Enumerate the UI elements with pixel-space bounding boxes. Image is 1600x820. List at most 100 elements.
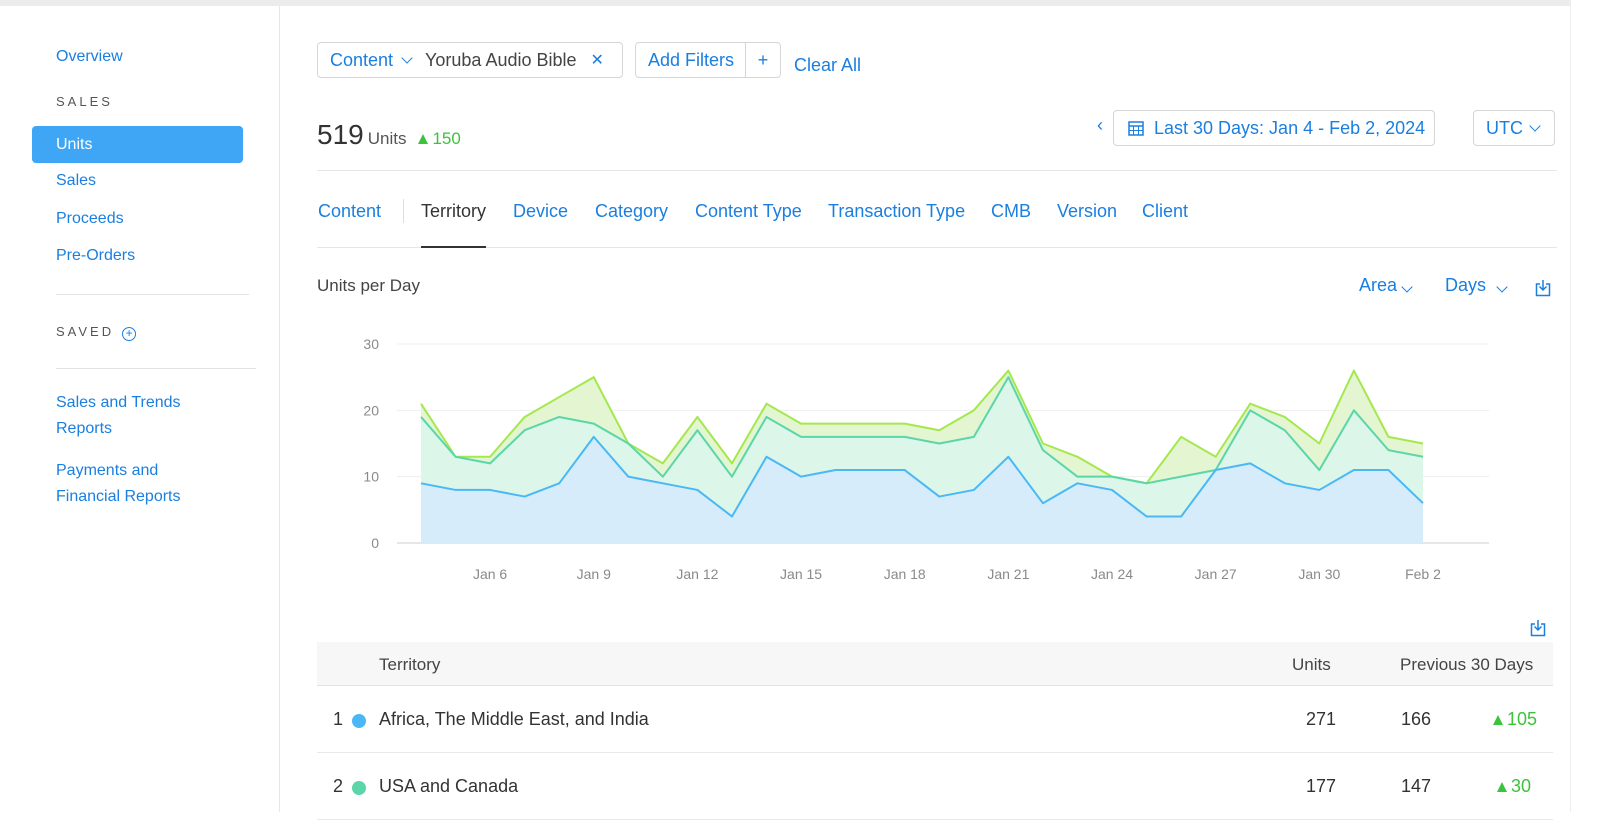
x-tick-label: Jan 24 [1091,566,1133,582]
sidebar-divider [56,294,249,295]
interval-label: Days [1445,275,1487,295]
x-tick-label: Jan 18 [884,566,926,582]
content-filter-value: Yoruba Audio Bible [425,49,577,70]
tab-content-type[interactable]: Content Type [695,201,802,222]
dimension-tabs: Content Territory Device Category Conten… [317,170,1557,248]
row-rank: 2 [333,776,344,796]
x-tick-label: Jan 9 [577,566,611,582]
tab-content[interactable]: Content [318,201,381,222]
calendar-icon [1128,121,1144,136]
units-delta: 150 [418,129,461,148]
x-tick-label: Jan 21 [987,566,1029,582]
chevron-down-icon[interactable] [401,52,413,64]
x-tick-label: Jan 12 [676,566,718,582]
y-tick-label: 0 [371,535,379,551]
units-per-day-chart: 0 10 20 30 Jan 6 Jan 9 Jan 12 Jan 15 Jan 18 Jan 2… [363,336,1489,582]
row-units: 271 [1306,709,1337,729]
chevron-down-icon [1401,281,1413,293]
sales-trends-reports-line1: Sales and Trends [56,394,181,411]
row-change: 30 [1497,776,1531,797]
x-tick-label: Jan 30 [1298,566,1340,582]
row-units: 177 [1306,776,1337,796]
sidebar-item-sales[interactable]: Sales [56,172,96,190]
date-range-label: Last 30 Days: Jan 4 - Feb 2, 2024 [1154,117,1426,138]
tab-transaction-type[interactable]: Transaction Type [828,201,965,222]
previous-period-chevron-icon[interactable]: ‹ [1097,115,1103,136]
timezone-select[interactable]: UTC [1473,110,1555,146]
tab-separator [403,199,404,223]
clear-all-link[interactable]: Clear All [794,55,861,76]
sidebar-item-proceeds[interactable]: Proceeds [56,210,124,228]
sales-heading: SALES [56,94,113,109]
chevron-down-icon [1529,120,1541,132]
row-previous: 166 [1401,709,1432,729]
y-tick-label: 30 [363,336,379,352]
download-chart-icon[interactable] [1535,279,1551,297]
payments-financial-reports-line2: Financial Reports [56,488,181,505]
add-filter-plus-button[interactable]: + [746,50,780,71]
row-change-value: 105 [1507,709,1538,729]
row-territory: Africa, The Middle East, and India [379,709,649,729]
x-tick-label: Feb 2 [1405,566,1441,582]
add-saved-icon[interactable]: + [122,327,137,341]
tab-category[interactable]: Category [595,201,668,222]
download-table-icon[interactable] [1530,619,1546,637]
units-delta-value: 150 [432,129,461,148]
window-right-edge [1570,0,1600,812]
close-icon[interactable]: ✕ [591,50,604,70]
chevron-down-icon [1496,281,1508,293]
saved-heading-label: SAVED [56,324,115,339]
main-content: Content Yoruba Audio Bible ✕ Add Filters… [317,6,1557,820]
previous-column-header[interactable]: Previous 30 Days [1400,655,1533,675]
sidebar-divider [56,368,256,369]
table-row[interactable]: 2 USA and Canada 177 147 30 [317,753,1553,820]
x-tick-label: Jan 27 [1195,566,1237,582]
tab-cmb[interactable]: CMB [991,201,1031,222]
table-row[interactable]: 1 Africa, The Middle East, and India 271… [317,686,1553,753]
row-rank: 1 [333,709,344,729]
chart-type-select[interactable]: Area [1359,275,1413,296]
row-territory: USA and Canada [379,776,519,796]
y-tick-label: 20 [363,402,379,418]
tab-territory[interactable]: Territory [421,201,487,248]
up-arrow-icon [418,134,429,144]
payments-financial-reports-line1: Payments and [56,462,159,479]
content-filter-label: Content [330,49,394,70]
payments-financial-reports-link[interactable]: Payments and Financial Reports [56,458,181,510]
units-column-header[interactable]: Units [1292,655,1331,675]
add-filters-pill: Add Filters + [635,42,781,78]
tab-version[interactable]: Version [1057,201,1117,222]
sidebar-item-units[interactable]: Units [32,126,243,163]
chart-title: Units per Day [317,276,420,295]
territory-column-header[interactable]: Territory [379,655,440,675]
content-filter-pill[interactable]: Content Yoruba Audio Bible ✕ [317,42,623,78]
units-summary: 519 Units 150 [317,119,461,151]
tab-device[interactable]: Device [513,201,568,222]
sidebar-item-pre-orders[interactable]: Pre-Orders [56,247,135,265]
sidebar: Overview SALES Units Sales Proceeds Pre-… [0,6,280,812]
sidebar-overview-link[interactable]: Overview [56,48,123,66]
sales-trends-reports-line2: Reports [56,420,113,437]
row-change-value: 30 [1511,776,1532,796]
date-range-picker[interactable]: Last 30 Days: Jan 4 - Feb 2, 2024 [1113,110,1435,146]
territory-table: Territory Units Previous 30 Days 1 Afric… [317,642,1553,820]
x-tick-label: Jan 15 [780,566,822,582]
table-header: Territory Units Previous 30 Days [317,642,1553,686]
tab-client[interactable]: Client [1142,201,1188,222]
units-label: Units [367,129,407,148]
up-arrow-icon [1493,715,1503,725]
chart-type-label: Area [1359,275,1398,295]
sales-trends-reports-link[interactable]: Sales and Trends Reports [56,390,181,442]
timezone-label: UTC [1486,117,1523,138]
row-change: 105 [1493,709,1537,730]
up-arrow-icon [1497,782,1507,792]
y-tick-label: 10 [363,469,379,485]
series-color-dot [352,781,366,795]
x-tick-label: Jan 6 [473,566,507,582]
saved-heading: SAVED + [56,324,137,341]
row-previous: 147 [1401,776,1432,796]
add-filters-button[interactable]: Add Filters [636,43,746,77]
series-color-dot [352,714,366,728]
units-total: 519 [317,119,364,150]
interval-select[interactable]: Days [1445,275,1508,296]
